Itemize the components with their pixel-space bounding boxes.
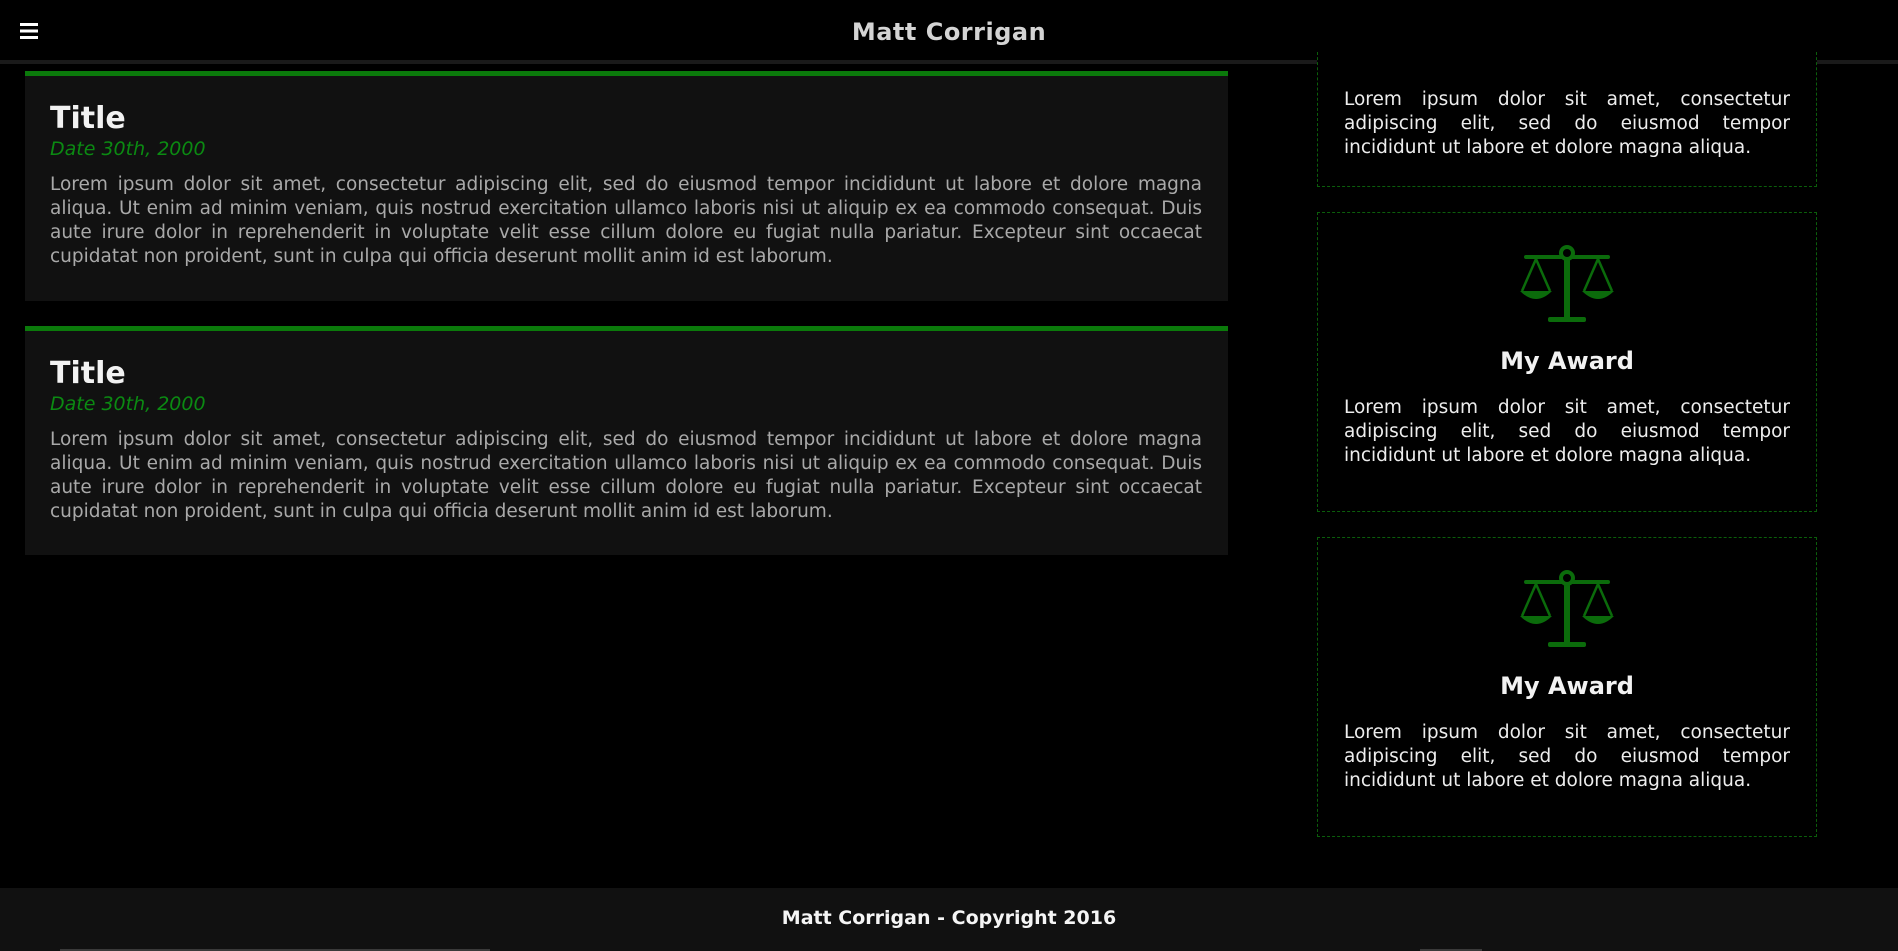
footer: Matt Corrigan - Copyright 2016 [0,888,1898,951]
post-date: Date 30th, 2000 [50,393,206,415]
post-date: Date 30th, 2000 [50,138,206,160]
award-card: Lorem ipsum dolor sit amet, consectetur … [1317,52,1817,187]
post-body: Lorem ipsum dolor sit amet, consectetur … [50,174,1202,267]
blog-post: Title Date 30th, 2000 Lorem ipsum dolor … [25,71,1228,301]
site-title: Matt Corrigan [851,18,1047,46]
award-card: My Award Lorem ipsum dolor sit amet, con… [1317,212,1817,512]
award-title: My Award [1500,672,1634,700]
award-title: My Award [1500,347,1634,375]
post-title: Title [50,101,126,136]
footer-copyright: Matt Corrigan - Copyright 2016 [781,907,1117,929]
award-text: Lorem ipsum dolor sit amet, consectetur … [1344,722,1790,791]
blog-post: Title Date 30th, 2000 Lorem ipsum dolor … [25,326,1228,555]
award-card: My Award Lorem ipsum dolor sit amet, con… [1317,537,1817,837]
award-text: Lorem ipsum dolor sit amet, consectetur … [1344,89,1790,158]
award-text: Lorem ipsum dolor sit amet, consectetur … [1344,397,1790,466]
post-body: Lorem ipsum dolor sit amet, consectetur … [50,429,1202,522]
scales-icon [1520,570,1614,647]
post-title: Title [50,356,126,391]
scales-icon [1520,245,1614,322]
